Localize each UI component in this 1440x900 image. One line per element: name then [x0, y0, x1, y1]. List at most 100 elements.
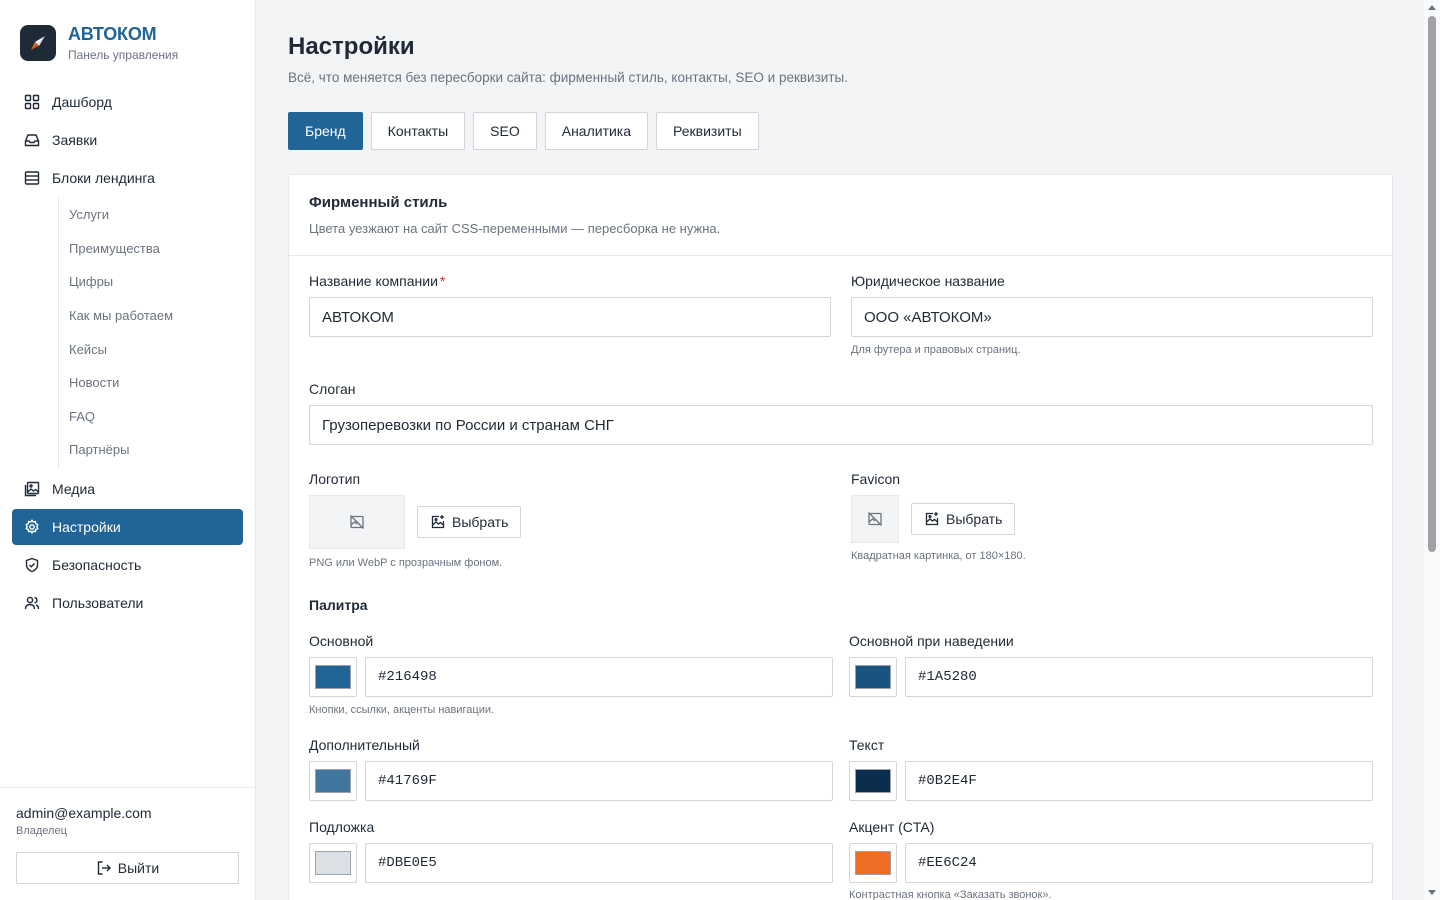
scroll-up-arrow-icon[interactable] [1428, 5, 1436, 10]
main-content: Настройки Всё, что меняется без пересбор… [256, 0, 1424, 900]
primary-hover-color-label: Основной при наведении [849, 633, 1014, 649]
sidebar-subitem-faq[interactable]: FAQ [59, 400, 243, 434]
sidebar-item-label: Безопасность [52, 556, 142, 573]
user-email: admin@example.com [16, 805, 152, 821]
accent-color-label: Акцент (CTA) [849, 819, 935, 835]
tab-seo[interactable]: SEO [473, 112, 537, 150]
card-header: Фирменный стиль Цвета уезжают на сайт CS… [289, 175, 1392, 256]
text-color-input[interactable] [905, 761, 1373, 801]
image-off-icon [868, 512, 882, 526]
sidebar-subitem-label: FAQ [69, 408, 96, 424]
scroll-thumb[interactable] [1428, 16, 1436, 552]
grid-icon [24, 94, 40, 110]
background-color-picker[interactable] [309, 843, 357, 883]
sidebar-item-requests[interactable]: Заявки [12, 122, 243, 158]
card-title: Фирменный стиль [309, 194, 448, 211]
sidebar: АВТОКОМ Панель управления Дашборд Заявки… [0, 0, 256, 900]
primary-hover-color-swatch [855, 665, 891, 689]
text-color-picker[interactable] [849, 761, 897, 801]
primary-color-input[interactable] [365, 657, 833, 697]
secondary-color-input[interactable] [365, 761, 833, 801]
sidebar-item-users[interactable]: Пользователи [12, 585, 243, 621]
logo-preview[interactable] [309, 495, 405, 549]
company-name-label: Название компании * [309, 273, 446, 289]
landing-blocks-sublist: Услуги Преимущества Цифры Как мы работае… [58, 198, 243, 469]
company-name-input[interactable] [309, 297, 831, 337]
image-plus-icon [925, 512, 939, 526]
sidebar-item-landing-blocks[interactable]: Блоки лендинга [12, 160, 243, 196]
primary-color-label: Основной [309, 633, 374, 649]
shield-icon [25, 557, 39, 572]
favicon-hint: Квадратная картинка, от 180×180. [851, 550, 1026, 562]
favicon-choose-label: Выбрать [946, 511, 1003, 527]
favicon-label: Favicon [851, 471, 901, 487]
page-title: Настройки [288, 33, 415, 60]
logout-icon [97, 861, 111, 875]
sidebar-subitem-label: Преимущества [69, 240, 160, 256]
background-color-input[interactable] [365, 843, 833, 883]
background-color-swatch [315, 851, 351, 875]
tab-requisites[interactable]: Реквизиты [656, 112, 759, 150]
sidebar-subitem-label: Новости [69, 375, 120, 391]
favicon-choose-button[interactable]: Выбрать [911, 503, 1016, 535]
page-scrollbar[interactable] [1424, 0, 1440, 900]
primary-color-picker[interactable] [309, 657, 357, 697]
sidebar-subitem-label: Цифры [69, 274, 114, 290]
legal-name-label: Юридическое название [851, 273, 1005, 289]
accent-color-hint: Контрастная кнопка «Заказать звонок». [849, 889, 1052, 900]
sidebar-subitem-cases[interactable]: Кейсы [59, 332, 243, 366]
sidebar-item-label: Дашборд [52, 94, 112, 110]
brand-style-card: Фирменный стиль Цвета уезжают на сайт CS… [288, 174, 1393, 900]
secondary-color-swatch [315, 769, 351, 793]
sidebar-subitem-news[interactable]: Новости [59, 366, 243, 400]
sidebar-item-media[interactable]: Медиа [12, 471, 243, 507]
accent-color-input[interactable] [905, 843, 1373, 883]
sidebar-item-label: Заявки [52, 132, 98, 148]
users-icon [24, 596, 40, 609]
sidebar-subitem-how-we-work[interactable]: Как мы работаем [59, 299, 243, 333]
required-mark: * [439, 273, 446, 289]
legal-name-input[interactable] [851, 297, 1373, 337]
sidebar-subitem-label: Кейсы [69, 341, 107, 357]
primary-hover-color-input[interactable] [905, 657, 1373, 697]
sidebar-item-security[interactable]: Безопасность [12, 547, 243, 583]
favicon-preview[interactable] [851, 495, 899, 543]
accent-color-picker[interactable] [849, 843, 897, 883]
inbox-icon [24, 134, 40, 147]
text-color-swatch [855, 769, 891, 793]
sidebar-item-settings[interactable]: Настройки [12, 508, 243, 545]
logo-choose-label: Выбрать [452, 514, 509, 530]
sidebar-subitem-services[interactable]: Услуги [59, 198, 243, 232]
compass-arrow-icon [20, 25, 56, 61]
primary-color-swatch [315, 665, 351, 689]
sidebar-subitem-numbers[interactable]: Цифры [59, 265, 243, 299]
sidebar-item-dashboard[interactable]: Дашборд [12, 84, 243, 120]
image-stack-icon [24, 481, 40, 496]
tab-analytics[interactable]: Аналитика [544, 112, 649, 150]
primary-hover-color-picker[interactable] [849, 657, 897, 697]
logo-hint: PNG или WebP с прозрачным фоном. [309, 557, 503, 569]
secondary-color-picker[interactable] [309, 761, 357, 801]
layers-icon [24, 171, 40, 185]
scroll-down-arrow-icon[interactable] [1428, 890, 1436, 895]
tab-brand[interactable]: Бренд [288, 112, 363, 150]
legal-name-hint: Для футера и правовых страниц. [851, 344, 1021, 356]
brand-subtitle: Панель управления [68, 48, 179, 62]
sidebar-subitem-label: Партнёры [69, 442, 130, 458]
slogan-input[interactable] [309, 405, 1373, 445]
secondary-color-label: Дополнительный [309, 737, 420, 753]
logo-choose-button[interactable]: Выбрать [417, 506, 522, 538]
sidebar-subitem-advantages[interactable]: Преимущества [59, 232, 243, 266]
logout-button[interactable]: Выйти [16, 852, 239, 884]
sidebar-subitem-partners[interactable]: Партнёры [59, 433, 243, 467]
sidebar-subitem-label: Услуги [69, 207, 109, 223]
logo-label: Логотип [309, 471, 361, 487]
brand[interactable]: АВТОКОМ Панель управления [20, 23, 178, 63]
user-role: Владелец [16, 825, 67, 837]
palette-label: Палитра [309, 597, 368, 613]
sidebar-item-label: Блоки лендинга [52, 170, 155, 186]
tab-contacts[interactable]: Контакты [370, 112, 466, 150]
accent-color-swatch [855, 851, 891, 875]
image-plus-icon [431, 515, 445, 529]
text-color-label: Текст [849, 737, 885, 753]
